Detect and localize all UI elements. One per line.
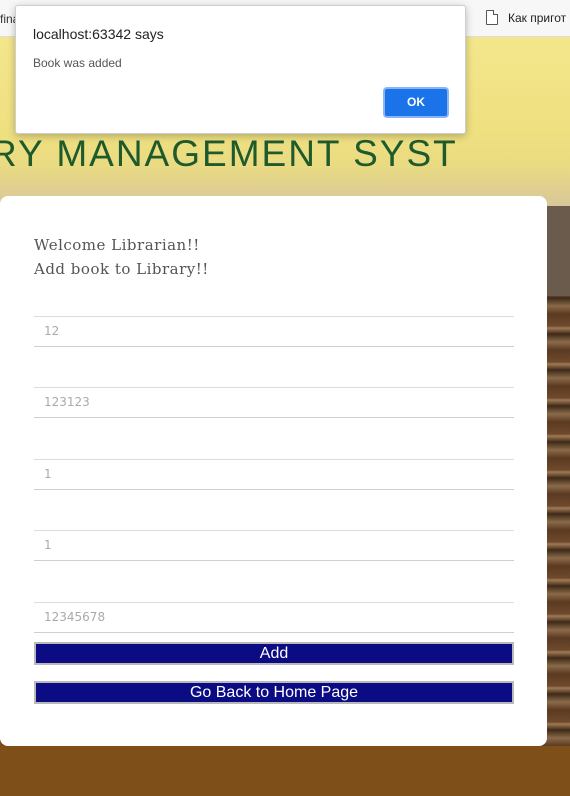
page-footer (0, 746, 570, 796)
dialog-message: Book was added (33, 56, 122, 70)
field-value: 1 (44, 467, 52, 481)
field-value: 12345678 (44, 610, 106, 624)
field-value: 12 (44, 324, 60, 338)
book-field-2[interactable]: 123123 (34, 387, 514, 418)
page-icon (486, 10, 498, 25)
add-book-heading: Add book to Library!! (34, 260, 209, 278)
bookmark-label: Как пригот (508, 10, 567, 25)
field-value: 123123 (44, 395, 90, 409)
add-button[interactable]: Add (34, 642, 514, 665)
welcome-text: Welcome Librarian!! Add book to Library!… (34, 233, 209, 281)
alert-dialog: localhost:63342 says Book was added OK (15, 5, 466, 134)
page-title: RY MANAGEMENT SYST (0, 133, 458, 174)
bookmark-item-recipe[interactable]: Как пригот (486, 10, 566, 25)
book-field-1[interactable]: 12 (34, 316, 514, 347)
ok-button[interactable]: OK (383, 87, 449, 118)
book-field-3[interactable]: 1 (34, 459, 514, 490)
dialog-title: localhost:63342 says (33, 26, 164, 42)
field-value: 1 (44, 538, 52, 552)
welcome-line: Welcome Librarian!! (34, 236, 200, 254)
book-field-5[interactable]: 12345678 (34, 602, 514, 633)
back-home-button[interactable]: Go Back to Home Page (34, 681, 514, 704)
book-field-4[interactable]: 1 (34, 530, 514, 561)
